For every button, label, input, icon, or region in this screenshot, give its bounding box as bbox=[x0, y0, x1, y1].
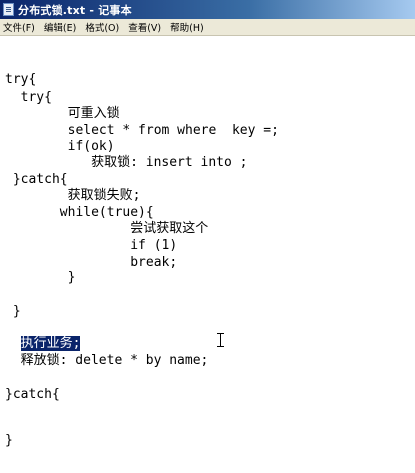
menu-bar: 文件(F) 编辑(E) 格式(O) 查看(V) 帮助(H) bbox=[0, 19, 415, 36]
code-line-selected: 执行业务; bbox=[5, 336, 81, 352]
code-line: while(true){ bbox=[5, 205, 154, 220]
title-bar: 分布式锁.txt - 记事本 bbox=[0, 0, 415, 19]
code-line: 获取锁: insert into ; bbox=[5, 155, 248, 170]
code-line: 释放锁: delete * by name; bbox=[5, 353, 209, 368]
code-line: if(ok) bbox=[5, 139, 115, 154]
text-cursor-icon bbox=[217, 333, 224, 347]
code-line: try{ bbox=[5, 72, 37, 87]
text-editor-area[interactable]: try{ try{ 可重入锁 select * from where key =… bbox=[0, 36, 415, 473]
menu-file[interactable]: 文件(F) bbox=[3, 20, 35, 34]
menu-view[interactable]: 查看(V) bbox=[128, 20, 161, 34]
menu-format[interactable]: 格式(O) bbox=[85, 20, 119, 34]
code-line: break; bbox=[5, 255, 178, 270]
code-line: if (1) bbox=[5, 238, 178, 253]
notepad-icon bbox=[3, 3, 14, 16]
code-line: } bbox=[5, 433, 13, 448]
code-line: 获取锁失败; bbox=[5, 188, 141, 203]
code-line: select * from where key =; bbox=[5, 123, 279, 138]
code-line: } bbox=[5, 270, 76, 285]
selected-text[interactable]: 执行业务; bbox=[20, 336, 81, 351]
menu-edit[interactable]: 编辑(E) bbox=[44, 20, 76, 34]
code-line: }catch{ bbox=[5, 387, 60, 402]
code-line: 尝试获取这个 bbox=[5, 221, 209, 236]
code-line: try{ bbox=[5, 90, 52, 105]
code-line: }catch{ bbox=[5, 172, 68, 187]
code-line: 可重入锁 bbox=[5, 106, 120, 121]
code-line: } bbox=[5, 304, 21, 319]
window-title: 分布式锁.txt - 记事本 bbox=[18, 3, 132, 17]
menu-help[interactable]: 帮助(H) bbox=[170, 20, 204, 34]
